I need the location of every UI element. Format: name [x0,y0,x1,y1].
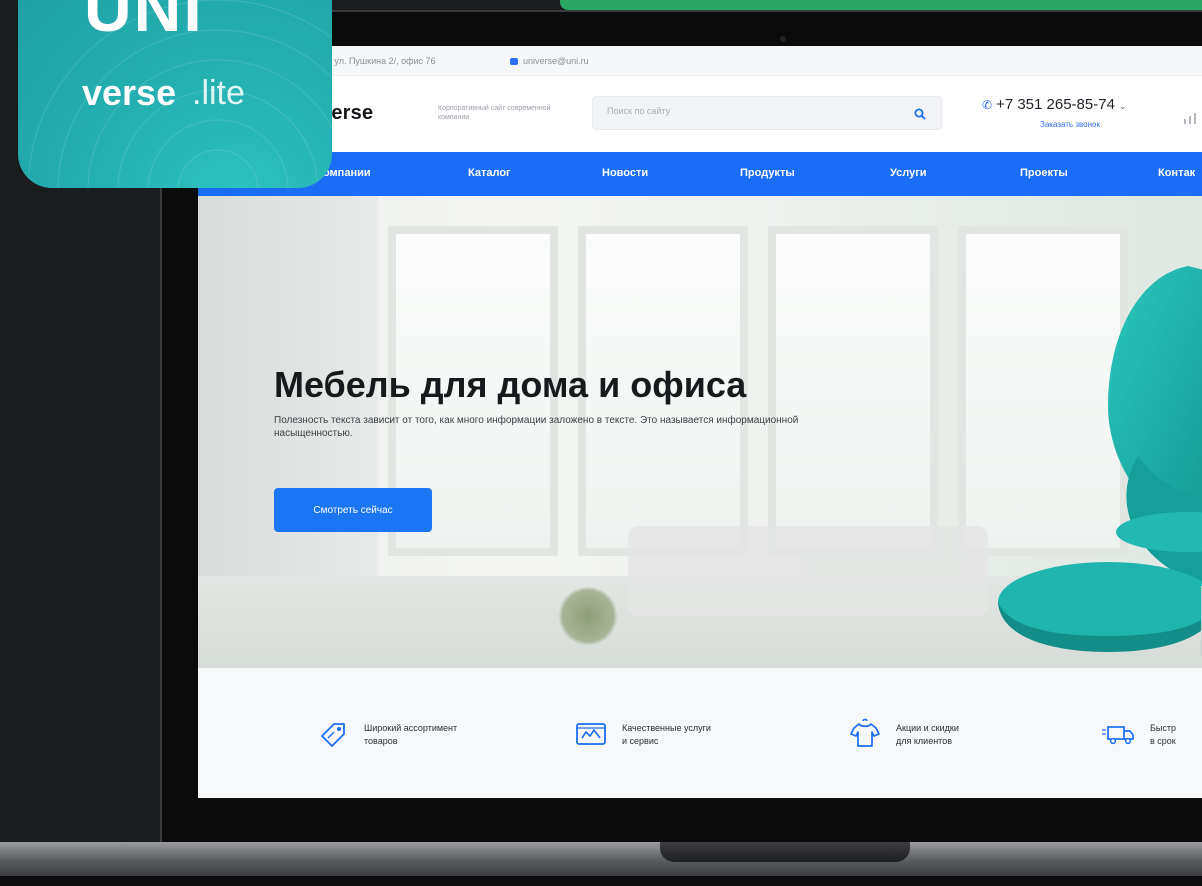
address-text: нск, ул. Пушкина 2/, офис 76 [316,56,436,66]
website-screen: нск, ул. Пушкина 2/, офис 76 universe@un… [198,46,1202,798]
search-box [592,96,942,130]
feature-line: и сервис [622,736,659,746]
laptop-base-shadow [0,876,1202,886]
egg-chair-image [998,266,1202,656]
email-text: universe@uni.ru [523,56,589,66]
feature-line: в срок [1150,736,1176,746]
shirt-icon [850,718,880,747]
nav-item-catalog[interactable]: Каталог [468,167,511,179]
callback-link[interactable]: Заказать звонок [1040,120,1100,129]
feature-line: Быстр [1150,723,1177,733]
phone-text: +7 351 265-85-74 [996,96,1115,113]
feature-line: для клиентов [896,736,952,746]
service-icon [576,723,606,745]
badge-uni-text: UNI [84,0,204,45]
site-header: verse Корпоративный сайт современной ком… [198,76,1202,152]
nav-item-projects[interactable]: Проекты [1020,167,1068,179]
email-link[interactable]: universe@uni.ru [510,56,589,66]
hero-banner: Мебель для дома и офиса Полезность текст… [198,196,1202,668]
feature-line: Широкий ассортимент [364,723,458,733]
nav-item-news[interactable]: Новости [602,167,648,179]
tag-icon [321,723,345,747]
hero-description: Полезность текста зависит от того, как м… [274,415,799,439]
search-icon[interactable] [913,107,927,121]
universe-lite-badge: UNI verse .lite [18,0,332,188]
green-accent-strip [560,0,1202,10]
feature-text: Качественные услуги и сервис [622,722,772,748]
feature-text: Акции и скидки для клиентов [896,722,1046,748]
phone-icon: ✆ [982,98,993,112]
chevron-down-icon[interactable]: ⌄ [1119,101,1127,111]
site-tagline: Корпоративный сайт современной компании [438,105,551,121]
badge-lite-text: .lite [192,74,245,112]
hero-background-plant [558,586,618,646]
feature-line: Акции и скидки [896,723,959,733]
signal-bars-icon[interactable] [1182,112,1202,124]
badge-verse-text: verse [82,72,177,113]
main-navigation: О компании Каталог Новости Продукты Услу… [198,152,1202,196]
truck-icon [1102,726,1134,745]
laptop-opening-notch [660,842,910,862]
phone-number[interactable]: ✆ +7 351 265-85-74 ⌄ [982,96,1126,113]
hero-title: Мебель для дома и офиса [274,364,747,405]
mail-icon [510,58,518,65]
search-input[interactable] [607,106,887,116]
feature-text: Быстр в срок [1150,722,1202,748]
nav-item-products[interactable]: Продукты [740,167,795,179]
nav-item-contacts[interactable]: Контак [1158,167,1195,179]
feature-line: товаров [364,736,398,746]
feature-line: Качественные услуги [622,723,711,733]
webcam [780,36,786,42]
features-bar: Широкий ассортимент товаров Качественные … [198,668,1202,798]
nav-item-services[interactable]: Услуги [890,167,927,179]
top-info-bar: нск, ул. Пушкина 2/, офис 76 universe@un… [198,46,1202,76]
view-now-button[interactable]: Смотреть сейчас [274,488,432,532]
feature-text: Широкий ассортимент товаров [364,722,514,748]
